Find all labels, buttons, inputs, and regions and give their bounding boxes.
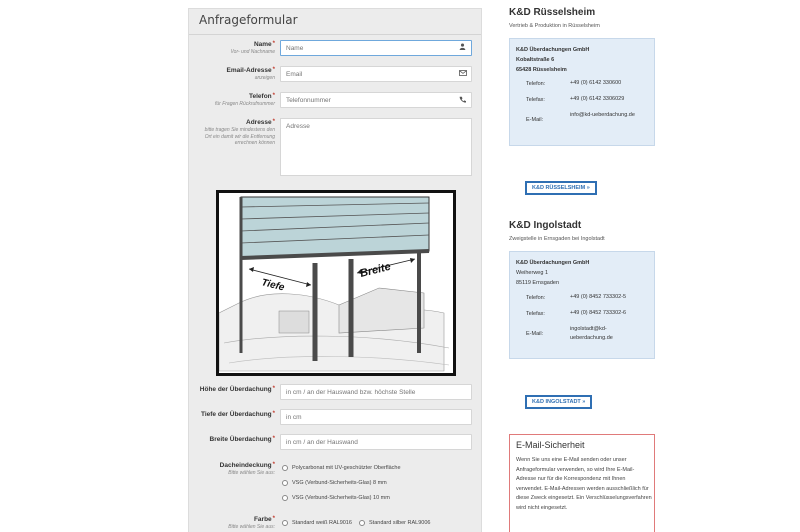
address-box-ruesselsheim: K&D Überdachungen GmbH Kobaltstraße 6 65… xyxy=(509,38,655,146)
phone-value: +49 (0) 8452 733302-5 xyxy=(570,294,627,300)
depth-label: Tiefe der Überdachung* xyxy=(200,411,275,418)
color-label: Farbe* xyxy=(253,516,275,523)
color-option-silver[interactable]: Standard silber RAL9006 xyxy=(359,520,430,526)
city: 85119 Ernsgaden xyxy=(516,280,560,286)
email-key: E-Mail: xyxy=(526,117,544,123)
address-textarea[interactable] xyxy=(280,118,472,176)
phone-icon xyxy=(459,96,466,105)
fax-value: +49 (0) 6142 3306029 xyxy=(570,96,625,102)
tiefe-label: Tiefe xyxy=(260,277,286,293)
phone-input[interactable] xyxy=(280,92,472,108)
color-sublabel: Bitte wählen Sie aus: xyxy=(228,524,275,530)
depth-input[interactable] xyxy=(280,409,472,425)
radio-icon[interactable] xyxy=(282,495,288,501)
radio-icon[interactable] xyxy=(282,480,288,486)
street: Kobaltstraße 6 xyxy=(516,57,555,63)
width-input[interactable] xyxy=(280,434,472,450)
email-sublabel: anzeigen xyxy=(254,75,275,81)
ingolstadt-button[interactable]: K&D INGOLSTADT » xyxy=(525,395,593,409)
phone-value: +49 (0) 6142 330600 xyxy=(570,80,622,86)
roofing-option-polycarbonat[interactable]: Polycarbonat mit UV-geschützter Oberfläc… xyxy=(282,465,401,471)
security-text: Wenn Sie uns eine E-Mail senden oder uns… xyxy=(516,457,652,511)
phone-sublabel: für Fragen Rückrufnummer xyxy=(214,101,275,107)
carport-illustration: Tiefe Breite xyxy=(216,190,456,376)
email-input[interactable] xyxy=(280,66,472,82)
location-subtitle-ruesselsheim: Vertrieb & Produktion in Rüsselsheim xyxy=(509,23,600,29)
radio-icon[interactable] xyxy=(282,520,288,526)
city: 65428 Rüsselsheim xyxy=(516,67,567,73)
location-title-ingolstadt: K&D Ingolstadt xyxy=(509,220,582,231)
street: Weiherweg 1 xyxy=(516,270,548,276)
address-box-ingolstadt: K&D Überdachungen GmbH Weiherweg 1 85119… xyxy=(509,251,655,359)
fax-key: Telefax: xyxy=(526,311,545,317)
name-label: Name* xyxy=(253,41,275,48)
phone-label: Telefon* xyxy=(249,93,275,100)
address-label: Adresse* xyxy=(246,119,275,126)
radio-icon[interactable] xyxy=(359,520,365,526)
width-label: Breite Überdachung* xyxy=(209,436,275,443)
company-name: K&D Überdachungen GmbH xyxy=(516,47,590,53)
phone-key: Telefon: xyxy=(526,295,546,301)
email-link[interactable]: info@kd-ueberdachung.de xyxy=(570,111,640,120)
address-sublabel: bitte tragen Sie mindestens den Ort ein … xyxy=(204,127,275,146)
color-option-white[interactable]: Standard weiß RAL9016 xyxy=(282,520,352,526)
location-title-ruesselsheim: K&D Rüsselsheim xyxy=(509,7,596,18)
fax-value: +49 (0) 8452 733302-6 xyxy=(570,310,627,316)
inquiry-form-panel: Anfrageformular Name* Vor- und Nachname … xyxy=(188,8,482,532)
roofing-sublabel: Bitte wählen Sie aus: xyxy=(228,470,275,476)
form-title-divider xyxy=(189,34,481,35)
envelope-icon xyxy=(459,70,467,78)
security-title: E-Mail-Sicherheit xyxy=(516,440,585,450)
phone-key: Telefon: xyxy=(526,81,546,87)
roofing-option-vsg-10[interactable]: VSG (Verbund-Sicherheits-Glas) 10 mm xyxy=(282,495,390,501)
email-link[interactable]: ingolstadt@kd-ueberdachung.de xyxy=(570,325,640,343)
breite-label: Breite xyxy=(359,261,392,280)
form-title: Anfrageformular xyxy=(199,13,298,27)
name-sublabel: Vor- und Nachname xyxy=(230,49,275,55)
company-name: K&D Überdachungen GmbH xyxy=(516,260,590,266)
ruesselsheim-button[interactable]: K&D RÜSSELSHEIM » xyxy=(525,181,597,195)
height-input[interactable] xyxy=(280,384,472,400)
email-key: E-Mail: xyxy=(526,331,544,337)
email-label: Email-Adresse* xyxy=(226,67,275,74)
roofing-label: Dacheindeckung* xyxy=(219,462,275,469)
height-label: Höhe der Überdachung* xyxy=(199,386,275,393)
email-security-box: E-Mail-Sicherheit Wenn Sie uns eine E-Ma… xyxy=(509,434,655,532)
roofing-option-vsg-8[interactable]: VSG (Verbund-Sicherheits-Glas) 8 mm xyxy=(282,480,387,486)
fax-key: Telefax: xyxy=(526,97,545,103)
person-icon xyxy=(459,43,466,52)
location-subtitle-ingolstadt: Zweigstelle in Ernsgaden bei Ingolstadt xyxy=(509,236,605,242)
radio-icon[interactable] xyxy=(282,465,288,471)
name-input[interactable] xyxy=(280,40,472,56)
carport-drawing: Tiefe Breite xyxy=(218,196,450,372)
